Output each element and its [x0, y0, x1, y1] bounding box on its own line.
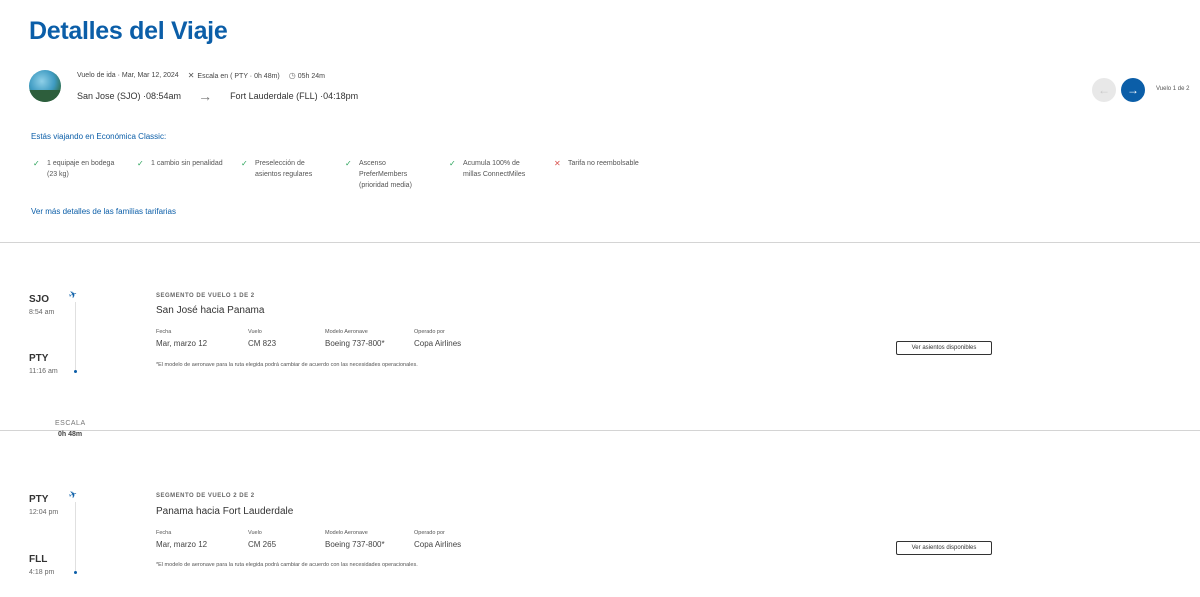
aircraft-header: Modelo Aeronave — [325, 329, 368, 335]
aircraft-note: *El modelo de aeronave para la ruta eleg… — [156, 562, 418, 568]
segment-origin-code: SJO — [29, 294, 50, 305]
layover-duration: 0h 48m — [58, 431, 83, 438]
segment-arrival-time: 11:16 am — [29, 368, 58, 375]
section-divider — [0, 242, 1200, 243]
aircraft-model: Boeing 737-800* — [325, 339, 385, 348]
timeline-line — [75, 302, 76, 370]
date-value: Mar, marzo 12 — [156, 339, 208, 348]
flight-counter: Vuelo 1 de 2 — [1156, 86, 1190, 92]
operator-value: Copa Airlines — [414, 540, 462, 549]
destination-airport: Fort Lauderdale (FLL) · — [230, 91, 324, 101]
close-icon: ✕ — [554, 159, 561, 168]
route-summary: San Jose (SJO) · 08:54am → Fort Lauderda… — [77, 87, 359, 104]
view-seats-button[interactable]: Ver asientos disponibles — [896, 341, 992, 355]
operator-header: Operado por — [414, 329, 445, 335]
previous-flight-button[interactable]: ← — [1092, 78, 1116, 102]
origin-airport: San Jose (SJO) · — [77, 91, 147, 101]
segment-title: San José hacia Panama — [156, 305, 265, 316]
check-icon: ✓ — [33, 159, 40, 168]
operator-value: Copa Airlines — [414, 339, 462, 348]
check-icon: ✓ — [241, 159, 248, 168]
fare-benefit-item: ✓ Ascenso PreferMembers (prioridad media) — [345, 158, 412, 191]
segment-destination-code: PTY — [29, 353, 49, 364]
aircraft-model: Boeing 737-800* — [325, 540, 385, 549]
date-header: Fecha — [156, 329, 172, 335]
view-seats-button[interactable]: Ver asientos disponibles — [896, 541, 992, 555]
date-value: Mar, marzo 12 — [156, 540, 208, 549]
destination-time: 04:18pm — [323, 91, 359, 101]
arrow-left-icon: ← — [1098, 83, 1110, 97]
fare-benefit-item: ✓ Preselección de asientos regulares — [241, 158, 312, 180]
segment-destination-code: FLL — [29, 554, 48, 565]
timeline-dot — [74, 571, 77, 574]
origin-time: 08:54am — [146, 91, 182, 101]
fare-benefit-item: ✓ Acumula 100% de millas ConnectMiles — [449, 158, 525, 180]
segment-arrival-time: 4:18 pm — [29, 569, 55, 576]
fare-benefit-label: Tarifa no reembolsable — [568, 160, 639, 167]
segment-departure-time: 8:54 am — [29, 309, 55, 316]
aircraft-note: *El modelo de aeronave para la ruta eleg… — [156, 362, 418, 368]
arrow-right-icon: → — [198, 87, 213, 104]
fare-benefit-label: Ascenso PreferMembers (prioridad media) — [359, 160, 412, 189]
close-icon: ✕ — [187, 71, 195, 80]
leg-label: Vuelo de ida · Mar, Mar 12, 2024 — [77, 72, 179, 79]
fare-benefit-label: 1 cambio sin penalidad — [151, 160, 223, 167]
fare-benefit-item: ✓ 1 equipaje en bodega (23 kg) — [33, 158, 114, 180]
fare-benefit-label: 1 equipaje en bodega (23 kg) — [47, 160, 115, 178]
segment-origin-code: PTY — [29, 494, 49, 505]
check-icon: ✓ — [449, 159, 456, 168]
segment-label: SEGMENTO DE VUELO 2 DE 2 — [156, 493, 255, 499]
date-header: Fecha — [156, 530, 172, 536]
fare-benefit-label: Acumula 100% de millas ConnectMiles — [463, 160, 526, 178]
airplane-icon: ✈ — [67, 288, 80, 303]
flight-header: Vuelo — [248, 329, 262, 335]
aircraft-header: Modelo Aeronave — [325, 530, 368, 536]
next-flight-button[interactable]: → — [1121, 78, 1145, 102]
destination-avatar — [29, 70, 61, 102]
check-icon: ✓ — [137, 159, 144, 168]
airplane-icon: ✈ — [67, 488, 80, 503]
operator-header: Operado por — [414, 530, 445, 536]
check-icon: ✓ — [345, 159, 352, 168]
fare-family-title: Estás viajando en Económica Classic: — [31, 132, 167, 141]
layover-label: ESCALA — [55, 420, 86, 427]
stop-info: Escala en ( PTY · 0h 48m) — [197, 73, 280, 80]
layover-divider — [0, 430, 1200, 431]
flight-header: Vuelo — [248, 530, 262, 536]
fare-families-details-link[interactable]: Ver más detalles de las familias tarifar… — [31, 207, 176, 216]
fare-benefit-item: ✓ 1 cambio sin penalidad — [137, 158, 223, 169]
segment-label: SEGMENTO DE VUELO 1 DE 2 — [156, 293, 255, 299]
clock-icon: ◷ — [288, 71, 296, 80]
arrow-right-icon: → — [1127, 83, 1139, 97]
page-title: Detalles del Viaje — [29, 17, 228, 45]
flight-number: CM 823 — [248, 339, 277, 348]
trip-duration: 05h 24m — [297, 73, 325, 80]
segment-departure-time: 12:04 pm — [29, 509, 59, 516]
fare-benefit-item: ✕ Tarifa no reembolsable — [554, 158, 639, 169]
fare-benefit-label: Preselección de asientos regulares — [255, 160, 313, 178]
flight-summary-meta: Vuelo de ida · Mar, Mar 12, 2024 ✕ Escala… — [77, 71, 325, 80]
timeline-line — [75, 502, 76, 571]
flight-number: CM 265 — [248, 540, 277, 549]
segment-title: Panama hacia Fort Lauderdale — [156, 506, 294, 517]
timeline-dot — [74, 370, 77, 373]
